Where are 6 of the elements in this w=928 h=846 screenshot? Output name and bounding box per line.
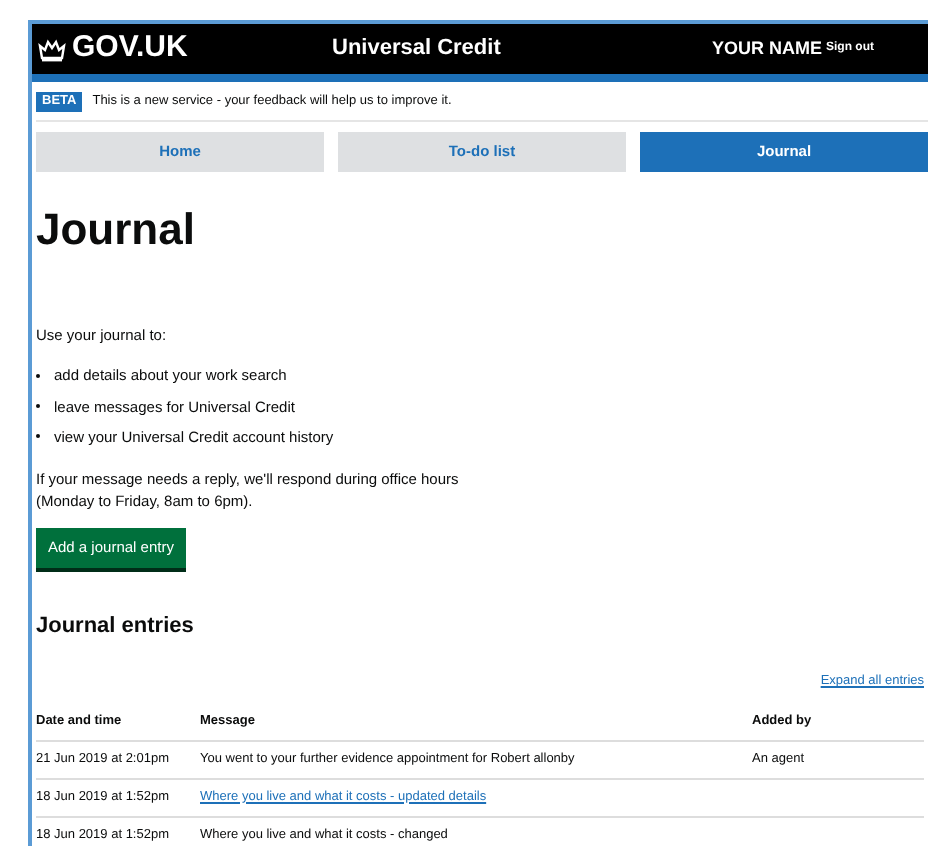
crown-icon xyxy=(38,37,66,61)
service-name: Universal Credit xyxy=(332,34,503,65)
logo-link[interactable]: GOV.UK xyxy=(72,26,332,72)
page-title: Journal xyxy=(36,202,197,258)
section-heading: Journal entries xyxy=(36,612,196,643)
user-name: YOUR NAME xyxy=(712,35,823,62)
